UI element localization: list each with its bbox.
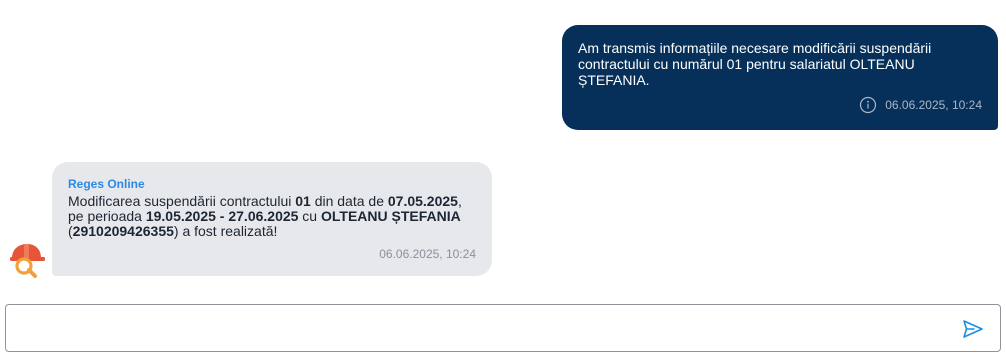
employee-cnp: 2910209426355 bbox=[72, 223, 174, 239]
employee-name: OLTEANU ȘTEFANIA bbox=[321, 208, 461, 224]
outgoing-message-meta: 06.06.2025, 10:24 bbox=[859, 96, 982, 114]
message-input[interactable] bbox=[16, 313, 950, 345]
outgoing-message-text: Am transmis informațiile necesare modifi… bbox=[578, 40, 932, 88]
message-text-part: ) a fost realizată! bbox=[173, 223, 278, 239]
incoming-message-bubble: Reges Online Modificarea suspendării con… bbox=[52, 162, 492, 276]
contract-number: 01 bbox=[295, 193, 311, 209]
sender-name: Reges Online bbox=[68, 177, 145, 191]
message-text-part: cu bbox=[298, 208, 321, 224]
contract-date: 07.05.2025 bbox=[387, 193, 458, 209]
suspension-period: 19.05.2025 - 27.06.2025 bbox=[145, 208, 299, 224]
outgoing-message-bubble: Am transmis informațiile necesare modifi… bbox=[562, 25, 998, 130]
send-icon[interactable] bbox=[962, 319, 984, 339]
message-composer bbox=[5, 304, 1001, 352]
message-text-part: Modificarea suspendării contractului bbox=[68, 193, 296, 209]
chat-window: Am transmis informațiile necesare modifi… bbox=[0, 0, 1006, 358]
reges-logo-icon bbox=[8, 240, 46, 278]
message-text-part: din data de bbox=[310, 193, 388, 209]
incoming-message-timestamp: 06.06.2025, 10:24 bbox=[379, 247, 476, 261]
info-icon[interactable] bbox=[859, 96, 877, 114]
outgoing-message-timestamp: 06.06.2025, 10:24 bbox=[885, 98, 982, 112]
incoming-message-text: Modificarea suspendării contractului 01 … bbox=[68, 194, 468, 239]
